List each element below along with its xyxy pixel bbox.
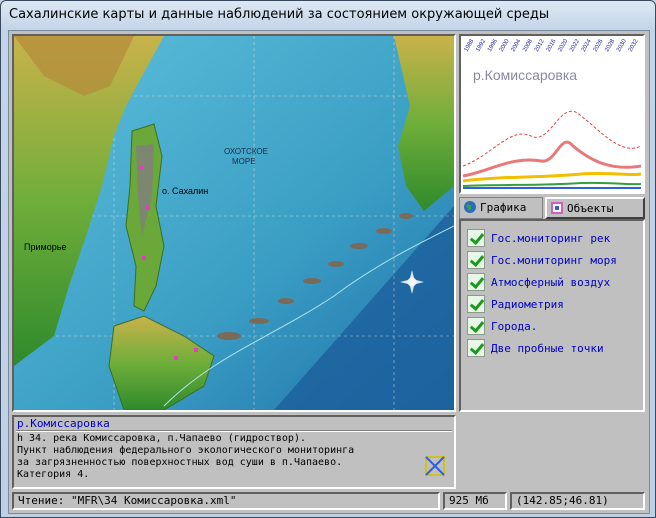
info-line: h 34. река Комиссаровка, п.Чапаево (гидр… [17, 433, 306, 444]
map-canvas[interactable]: ОХОТСКОЕ МОРЕ о. Сахалин Приморье [14, 36, 454, 410]
year-label: 2024 [581, 38, 593, 53]
object-item-cities[interactable]: Города. [467, 317, 643, 337]
info-line: за загрязненностью поверхностных вод суш… [17, 457, 343, 468]
globe-icon [463, 200, 477, 214]
year-label: 2032 [628, 38, 640, 53]
status-memory: 925 Мб [443, 492, 507, 510]
object-item-rivers[interactable]: Гос.мониторинг рек [467, 229, 643, 249]
status-coords: (142.85;46.81) [510, 492, 645, 510]
title-bar[interactable]: Сахалинские карты и данные наблюдений за… [1, 1, 655, 29]
map-label-sea: ОХОТСКОЕ [224, 147, 268, 156]
window-title: Сахалинские карты и данные наблюдений за… [9, 7, 550, 22]
trend-chart[interactable]: 1988 1992 1996 2000 2004 2008 2012 2016 2020 2022… [459, 34, 645, 194]
chart-series [462, 110, 642, 189]
object-list: Гос.мониторинг рек Гос.мониторинг моря А… [459, 219, 645, 412]
chart-title: р.Комиссаровка [473, 67, 577, 83]
map-label-region: Приморье [24, 242, 66, 252]
year-label: 1992 [475, 38, 487, 53]
info-line: Пункт наблюдения федерального экологичес… [17, 445, 355, 456]
info-panel: р.Комиссаровка h 34. река Комиссаровка, … [12, 415, 456, 489]
map-label-island: о. Сахалин [162, 186, 208, 196]
info-divider [16, 430, 452, 432]
info-title: р.Комиссаровка [17, 417, 110, 430]
map-label-sea2: МОРЕ [232, 157, 256, 166]
object-item-air[interactable]: Атмосферный воздух [467, 273, 643, 293]
objects-icon [550, 201, 564, 215]
checkbox-sea[interactable] [467, 251, 485, 269]
year-label: 2000 [499, 38, 511, 53]
year-label: 1988 [464, 38, 476, 53]
object-item-test-points[interactable]: Две пробные точки [467, 339, 643, 359]
app-window: Сахалинские карты и данные наблюдений за… [0, 0, 656, 518]
year-label: 2026 [593, 38, 605, 53]
station-symbol-icon [424, 455, 446, 477]
chart-canvas: 1988 1992 1996 2000 2004 2008 2012 2016 2020 2022… [462, 38, 642, 189]
year-label: 2012 [534, 38, 546, 53]
object-item-radiometry[interactable]: Радиометрия [467, 295, 643, 315]
checkbox-radiometry[interactable] [467, 295, 485, 313]
checkbox-air[interactable] [467, 273, 485, 291]
year-label: 2020 [557, 38, 569, 53]
year-label: 1996 [487, 38, 499, 53]
tab-objects[interactable]: Объекты [545, 197, 645, 219]
year-label: 2028 [604, 38, 616, 53]
object-item-sea[interactable]: Гос.мониторинг моря [467, 251, 643, 271]
year-label: 2030 [616, 38, 628, 53]
checkbox-cities[interactable] [467, 317, 485, 335]
year-axis: 1988 1992 1996 2000 2004 2008 2012 2016 2020 2022… [464, 38, 640, 53]
client-area: ОХОТСКОЕ МОРЕ о. Сахалин Приморье 1988 19… [8, 30, 650, 514]
map-view[interactable]: ОХОТСКОЕ МОРЕ о. Сахалин Приморье [12, 34, 456, 412]
tab-strip: Графика Объекты [459, 197, 645, 219]
year-label: 2022 [569, 38, 581, 53]
status-reading: Чтение: "MFR\34 Комиссаровка.xml" [12, 492, 440, 510]
info-line: Категория 4. [17, 469, 90, 480]
checkbox-rivers[interactable] [467, 229, 485, 247]
year-label: 2008 [522, 38, 534, 53]
tab-graphics[interactable]: Графика [459, 197, 543, 219]
year-label: 2004 [510, 38, 522, 53]
checkbox-test-points[interactable] [467, 339, 485, 357]
year-label: 2016 [546, 38, 558, 53]
